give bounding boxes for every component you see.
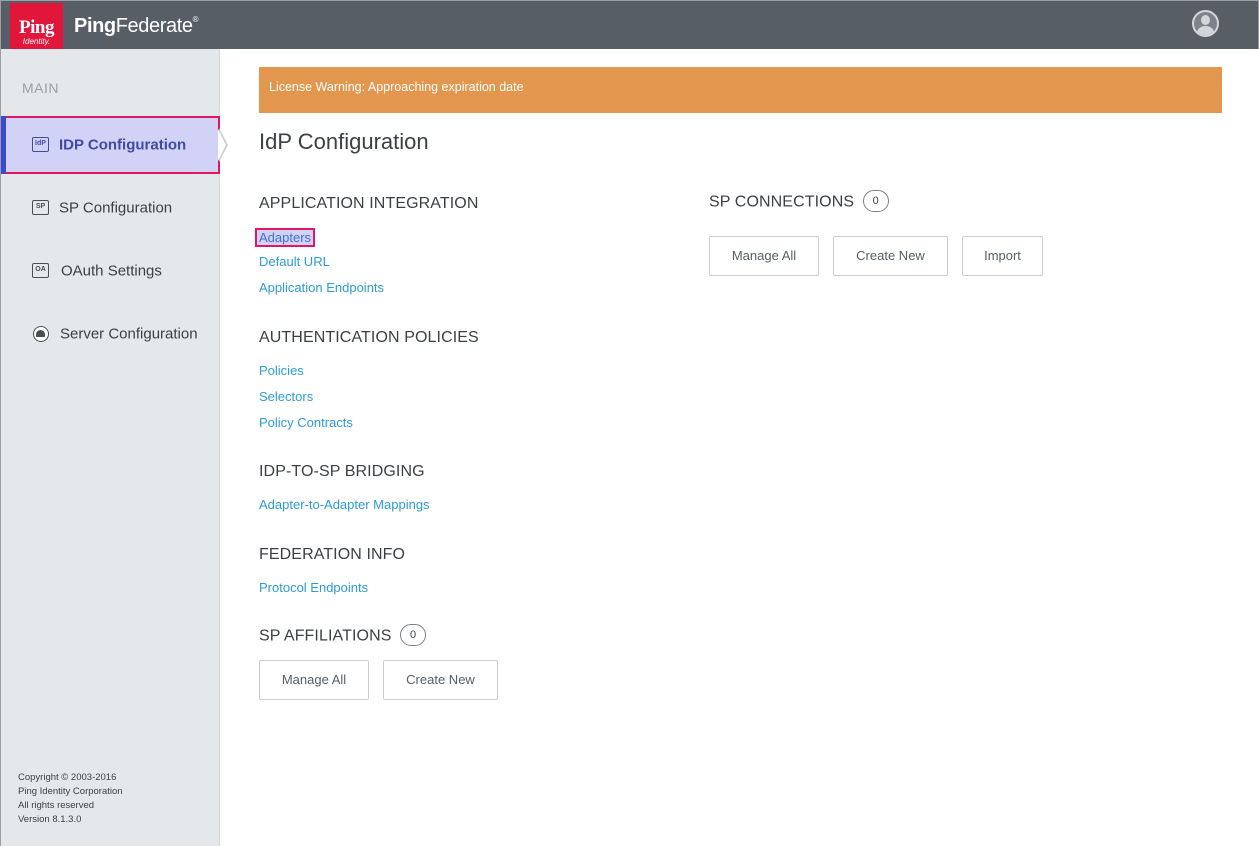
product-name-bold: Ping	[74, 15, 116, 37]
federation-info-heading: FEDERATION INFO	[259, 546, 406, 563]
logo-text-bottom: Identity.	[22, 37, 51, 46]
sidebar-item-oauth-settings[interactable]: OA OAuth Settings	[1, 242, 220, 300]
sidebar: MAIN IdP IDP Configuration SP SP Configu…	[0, 49, 220, 846]
sp-affiliations-manage-all-button[interactable]: Manage All	[259, 660, 369, 700]
rights-text: All rights reserved	[18, 800, 95, 811]
authentication-policies-heading: AUTHENTICATION POLICIES	[259, 329, 479, 346]
application-endpoints-link[interactable]: Application Endpoints	[259, 280, 384, 295]
default-url-link[interactable]: Default URL	[259, 254, 330, 269]
sidebar-item-label: SP Configuration	[59, 199, 173, 217]
product-name-mark: ®	[192, 15, 199, 24]
version-text: Version 8.1.3.0	[18, 814, 82, 825]
sidebar-item-label: Server Configuration	[60, 325, 198, 343]
sp-connections-create-new-button[interactable]: Create New	[833, 236, 948, 276]
logo-text-top: Ping	[19, 17, 54, 38]
sidebar-footer: Copyright © 2003-2016 Ping Identity Corp…	[18, 771, 123, 827]
sp-affiliations-create-new-button[interactable]: Create New	[383, 660, 498, 700]
user-account-icon[interactable]	[1192, 10, 1219, 37]
sidebar-item-label: OAuth Settings	[61, 262, 162, 280]
sidebar-item-idp-configuration[interactable]: IdP IDP Configuration	[1, 116, 220, 174]
sp-affiliations-count-badge: 0	[400, 624, 427, 646]
sidebar-item-server-configuration[interactable]: Server Configuration	[1, 305, 220, 363]
sp-connections-import-button[interactable]: Import	[962, 236, 1043, 276]
policies-link[interactable]: Policies	[259, 363, 304, 378]
idp-to-sp-bridging-heading: IDP-TO-SP BRIDGING	[259, 463, 425, 480]
active-item-arrow	[218, 128, 228, 162]
sp-affiliations-heading: SP AFFILIATIONS 0	[259, 624, 427, 646]
avatar-head	[1201, 15, 1210, 25]
protocol-endpoints-link[interactable]: Protocol Endpoints	[259, 580, 368, 595]
server-icon	[33, 326, 49, 342]
sidebar-item-label: IDP Configuration	[59, 136, 187, 154]
license-warning-banner: License Warning: Approaching expiration …	[259, 67, 1222, 113]
page-title: IdP Configuration	[259, 129, 429, 154]
product-name: PingFederate®	[74, 15, 198, 38]
copyright-text: Copyright © 2003-2016	[18, 772, 117, 783]
avatar-body	[1197, 26, 1214, 35]
top-bar: Ping Identity. PingFederate®	[0, 0, 1259, 53]
company-text: Ping Identity Corporation	[18, 786, 123, 797]
sp-icon: SP	[32, 200, 49, 215]
application-integration-heading: APPLICATION INTEGRATION	[259, 195, 479, 212]
sp-affiliations-heading-label: SP AFFILIATIONS	[259, 627, 392, 645]
idp-icon: IdP	[32, 137, 49, 152]
product-name-rest: Federate	[115, 15, 193, 37]
sp-connections-heading-label: SP CONNECTIONS	[709, 193, 855, 211]
sidebar-heading: MAIN	[22, 80, 59, 96]
adapters-link[interactable]: Adapters	[255, 228, 316, 247]
adapter-to-adapter-mappings-link[interactable]: Adapter-to-Adapter Mappings	[259, 497, 430, 512]
selectors-link[interactable]: Selectors	[259, 389, 313, 404]
oauth-icon: OA	[32, 263, 49, 278]
ping-identity-logo[interactable]: Ping Identity.	[10, 3, 63, 53]
sidebar-item-sp-configuration[interactable]: SP SP Configuration	[1, 179, 220, 237]
sp-connections-count-badge: 0	[862, 190, 889, 212]
sp-connections-heading: SP CONNECTIONS 0	[709, 190, 889, 212]
policy-contracts-link[interactable]: Policy Contracts	[259, 415, 353, 430]
sp-connections-manage-all-button[interactable]: Manage All	[709, 236, 819, 276]
